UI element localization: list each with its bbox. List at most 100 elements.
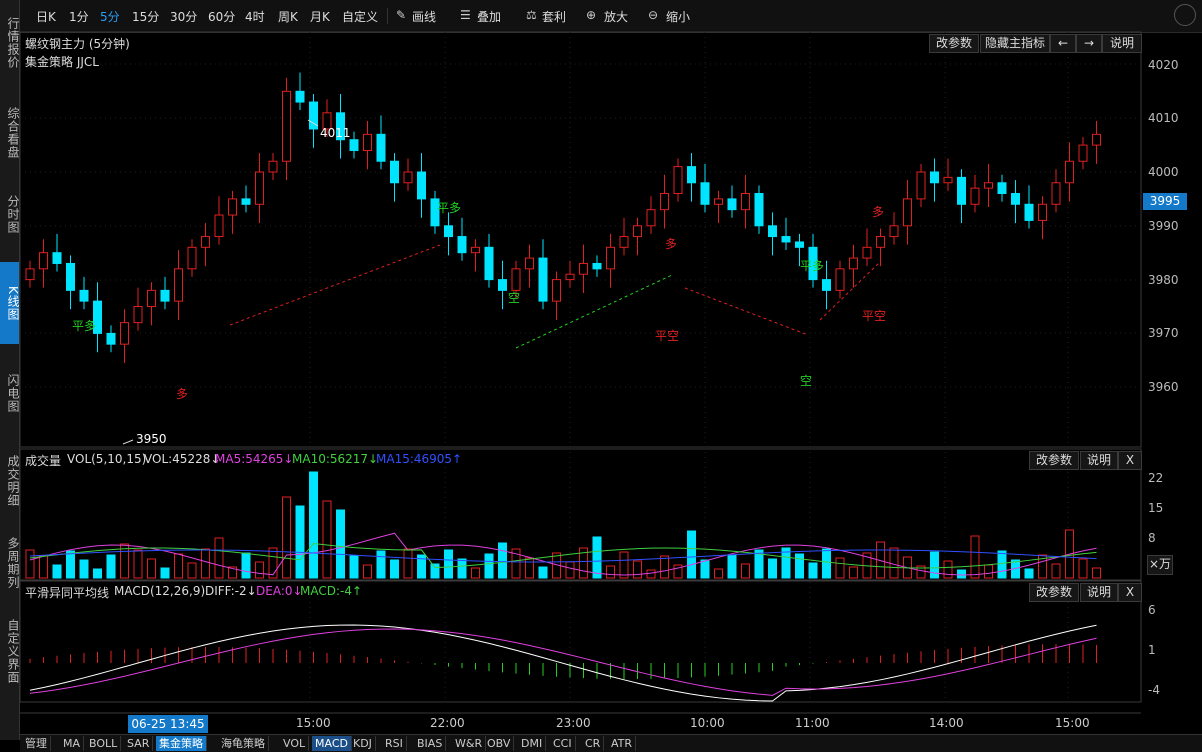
candle-body bbox=[1024, 203, 1034, 221]
tab-obv[interactable]: OBV bbox=[484, 736, 515, 751]
vol-axis-label: 8 bbox=[1148, 531, 1156, 545]
vol-help-button[interactable]: 说明 bbox=[1080, 451, 1118, 470]
volume-bar bbox=[93, 568, 102, 579]
signal-label: 平空 bbox=[655, 329, 679, 343]
next-arrow-icon[interactable]: → bbox=[1076, 34, 1102, 53]
tab-macd[interactable]: MACD bbox=[312, 736, 352, 751]
volume-bar bbox=[984, 564, 993, 579]
candle-body bbox=[849, 257, 858, 270]
macd-value: MACD:-4↑ bbox=[300, 584, 363, 598]
price-axis-label: 3990 bbox=[1148, 219, 1179, 233]
tab-sar[interactable]: SAR bbox=[124, 736, 154, 751]
tab-kdj[interactable]: KDJ bbox=[350, 736, 376, 751]
volume-bar bbox=[606, 565, 615, 579]
tab-atr[interactable]: ATR bbox=[608, 736, 637, 751]
macd-close-icon[interactable]: X bbox=[1118, 583, 1142, 602]
volume-bar bbox=[687, 530, 696, 579]
volume-bar bbox=[282, 496, 291, 579]
candle-body bbox=[133, 306, 143, 324]
candle-body bbox=[876, 236, 885, 248]
tab-rsi[interactable]: RSI bbox=[382, 736, 407, 751]
volume-bar bbox=[349, 555, 359, 579]
volume-bar bbox=[403, 548, 413, 579]
volume-bar bbox=[255, 561, 264, 579]
volume-bar bbox=[943, 560, 953, 579]
tab-cci[interactable]: CCI bbox=[550, 736, 576, 751]
signal-label: 空 bbox=[508, 291, 520, 305]
candle-body bbox=[673, 166, 683, 195]
macd-dea-line bbox=[29, 628, 1097, 696]
candle-body bbox=[1051, 182, 1061, 205]
candle-body bbox=[268, 160, 278, 173]
hide-indicator-button[interactable]: 隐藏主指标 bbox=[980, 34, 1050, 53]
volume-bar bbox=[808, 562, 818, 579]
price-axis-label: 4000 bbox=[1148, 165, 1179, 179]
candle-body bbox=[538, 257, 548, 302]
signal-label: 多 bbox=[665, 237, 677, 251]
chart-canvas[interactable]: 40113950平多多平多空多平空平多空多平空 bbox=[0, 0, 1202, 751]
tab-bias[interactable]: BIAS bbox=[414, 736, 447, 751]
macd-dea: DEA:0↓ bbox=[256, 584, 303, 598]
main-panel-border bbox=[19, 31, 1142, 448]
macd-params-button[interactable]: 改参数 bbox=[1029, 583, 1079, 602]
volume-bar bbox=[174, 553, 183, 579]
candle-body bbox=[727, 198, 737, 211]
candle-body bbox=[498, 279, 507, 291]
volume-bar bbox=[39, 555, 48, 579]
candle-body bbox=[390, 160, 399, 184]
candle-body bbox=[862, 246, 872, 259]
candle-body bbox=[52, 252, 62, 264]
tab-turtle[interactable]: 海龟策略 bbox=[218, 736, 269, 751]
candle-body bbox=[174, 268, 183, 302]
candle-body bbox=[79, 289, 89, 302]
time-axis-label: 14:00 bbox=[929, 716, 964, 730]
tab-jjcl[interactable]: 集金策略 bbox=[156, 736, 207, 751]
candle-body bbox=[511, 268, 521, 291]
macd-panel-border bbox=[19, 580, 1142, 703]
candle-body bbox=[687, 166, 696, 184]
candle-body bbox=[241, 198, 251, 205]
tab-vol[interactable]: VOL bbox=[280, 736, 310, 751]
volume-bar bbox=[268, 547, 278, 579]
candle-body bbox=[525, 257, 534, 270]
volume-bar bbox=[660, 555, 669, 579]
tab-manage[interactable]: 管理 bbox=[22, 736, 51, 751]
tab-cr[interactable]: CR bbox=[582, 736, 605, 751]
signal-label: 平空 bbox=[862, 309, 886, 323]
volume-bar bbox=[970, 535, 980, 579]
volume-bar bbox=[309, 471, 318, 579]
candle-body bbox=[376, 133, 386, 162]
main-title: 螺纹钢主力 (5分钟) bbox=[25, 37, 130, 51]
candle-body bbox=[970, 187, 980, 205]
candle-body bbox=[1065, 160, 1074, 184]
volume-bar bbox=[592, 536, 602, 579]
low-marker bbox=[122, 439, 134, 445]
volume-bar bbox=[498, 542, 507, 579]
vol-unit-button[interactable]: ×万 bbox=[1147, 555, 1173, 575]
macd-help-button[interactable]: 说明 bbox=[1080, 583, 1118, 602]
tab-boll[interactable]: BOLL bbox=[86, 736, 122, 751]
volume-bar bbox=[52, 564, 62, 579]
candle-body bbox=[957, 176, 966, 205]
vol-close-icon[interactable]: X bbox=[1118, 451, 1142, 470]
signal-label: 平多 bbox=[800, 259, 824, 273]
volume-bar bbox=[957, 569, 966, 579]
volume-bar bbox=[1051, 563, 1061, 579]
volume-bar bbox=[646, 569, 656, 579]
tab-dmi[interactable]: DMI bbox=[518, 736, 547, 751]
main-params-button[interactable]: 改参数 bbox=[929, 34, 979, 53]
candle-body bbox=[1038, 203, 1047, 221]
time-axis-label: 22:00 bbox=[430, 716, 465, 730]
price-axis-label: 4010 bbox=[1148, 111, 1179, 125]
prev-arrow-icon[interactable]: ← bbox=[1050, 34, 1076, 53]
candle-body bbox=[403, 171, 413, 184]
time-axis-label: 15:00 bbox=[1055, 716, 1090, 730]
tab-wr[interactable]: W&R bbox=[452, 736, 487, 751]
main-help-button[interactable]: 说明 bbox=[1102, 34, 1142, 53]
vol-params-button[interactable]: 改参数 bbox=[1029, 451, 1079, 470]
volume-bar bbox=[430, 563, 440, 579]
tab-ma[interactable]: MA bbox=[60, 736, 85, 751]
volume-bar bbox=[997, 550, 1007, 579]
volume-bar bbox=[849, 566, 858, 579]
candle-body bbox=[714, 198, 723, 205]
